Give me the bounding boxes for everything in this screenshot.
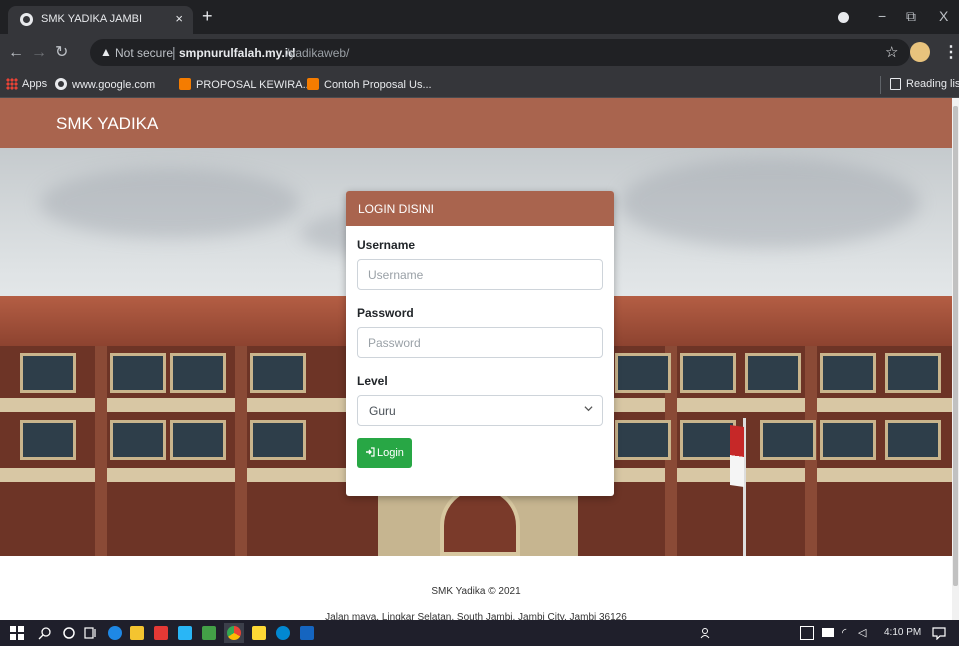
bookmark-proposal-kewira[interactable]: PROPOSAL KEWIRA...: [179, 78, 312, 91]
bookmarks-bar: Apps www.google.com PROPOSAL KEWIRA... C…: [0, 72, 959, 98]
address-bar[interactable]: ▲ Not secure | smpnurulfalah.my.id /yadi…: [90, 39, 910, 66]
mail-icon[interactable]: [178, 626, 192, 640]
url-path: /yadikaweb/: [286, 46, 350, 60]
task-view-icon[interactable]: [84, 626, 98, 640]
page-scrollbar[interactable]: [952, 98, 959, 620]
chrome-icon[interactable]: [227, 626, 241, 640]
login-card-header: LOGIN DISINI: [346, 191, 614, 226]
globe-icon: [55, 78, 67, 90]
login-button[interactable]: Login: [357, 438, 412, 468]
app-icon[interactable]: [202, 626, 216, 640]
edge-icon[interactable]: [108, 626, 122, 640]
blogger-icon: [307, 78, 319, 90]
globe-icon: [20, 13, 33, 26]
bookmark-google[interactable]: www.google.com: [55, 78, 155, 91]
browser-toolbar: ← → ↻ ▲ Not secure | smpnurulfalah.my.id…: [0, 34, 959, 72]
level-select[interactable]: Guru: [357, 395, 603, 426]
security-label[interactable]: Not secure: [115, 46, 173, 60]
search-icon[interactable]: [38, 626, 52, 640]
battery-icon[interactable]: [822, 628, 834, 637]
word-icon[interactable]: [300, 626, 314, 640]
url-host: smpnurulfalah.my.id: [179, 46, 296, 60]
password-label: Password: [357, 306, 414, 320]
login-form: Username Password Level Guru Login: [346, 226, 614, 468]
page-viewport: SMK YADIKA LOGIN DISINI Username Usernam…: [0, 98, 952, 620]
windows-start-icon[interactable]: [10, 626, 24, 640]
windows-taskbar: ◜ ◁ 4:10 PM: [0, 620, 959, 646]
warning-icon[interactable]: ▲: [100, 45, 112, 59]
level-label: Level: [357, 374, 388, 388]
app-icon[interactable]: [154, 626, 168, 640]
site-navbar: SMK YADIKA: [0, 98, 952, 148]
new-tab-button[interactable]: +: [202, 7, 213, 25]
bookmark-contoh-proposal[interactable]: Contoh Proposal Us...: [307, 78, 432, 91]
wifi-icon[interactable]: ◜: [842, 626, 856, 640]
site-brand[interactable]: SMK YADIKA: [56, 114, 158, 134]
tab-title: SMK YADIKA JAMBI: [41, 13, 143, 25]
login-card: LOGIN DISINI Username Password Level Gur…: [346, 191, 614, 496]
browser-tab[interactable]: SMK YADIKA JAMBI ×: [8, 6, 193, 34]
scrollbar-thumb[interactable]: [953, 106, 958, 586]
menu-kebab-icon[interactable]: ⋮: [943, 42, 959, 62]
minimize-button[interactable]: −: [878, 8, 886, 24]
tab-search-icon[interactable]: [838, 12, 849, 23]
taskbar-clock[interactable]: 4:10 PM: [884, 627, 921, 638]
bookmark-star-icon[interactable]: ☆: [885, 43, 898, 61]
restore-button[interactable]: ⧉: [906, 8, 916, 24]
sign-in-icon: [366, 447, 375, 457]
reading-list-icon[interactable]: [890, 78, 901, 90]
tab-close-icon[interactable]: ×: [175, 11, 183, 27]
footer-copyright: SMK Yadika © 2021: [431, 586, 521, 597]
apps-icon[interactable]: [6, 78, 18, 90]
people-icon[interactable]: [700, 626, 714, 640]
chevron-down-icon: [584, 406, 593, 412]
profile-avatar[interactable]: [910, 42, 930, 62]
notification-icon[interactable]: [932, 626, 946, 640]
footer-address: Jalan maya, Lingkar Selatan, South Jambi…: [325, 612, 627, 620]
tray-app-icon[interactable]: [800, 626, 814, 640]
bookmark-label: PROPOSAL KEWIRA...: [196, 79, 312, 91]
back-arrow-icon[interactable]: ←: [8, 44, 24, 62]
forward-arrow-icon[interactable]: →: [31, 44, 47, 62]
bookmark-label: Contoh Proposal Us...: [324, 79, 432, 91]
bookmark-apps[interactable]: Apps: [22, 78, 47, 90]
cortana-icon[interactable]: [62, 626, 76, 640]
bookmark-label: www.google.com: [72, 79, 156, 91]
username-input[interactable]: [357, 259, 603, 290]
level-select-value: Guru: [369, 404, 396, 418]
url-separator: |: [172, 44, 176, 60]
password-input[interactable]: [357, 327, 603, 358]
blogger-icon: [179, 78, 191, 90]
reading-list-button[interactable]: Reading list: [906, 78, 959, 90]
app-icon[interactable]: [276, 626, 290, 640]
file-explorer-icon[interactable]: [252, 626, 266, 640]
browser-tab-strip: SMK YADIKA JAMBI × + − ⧉ X: [0, 0, 959, 34]
divider: [880, 76, 881, 94]
close-window-button[interactable]: X: [939, 8, 948, 24]
login-button-label: Login: [377, 447, 404, 459]
volume-icon[interactable]: ◁: [858, 626, 872, 640]
reload-icon[interactable]: ↻: [55, 44, 68, 62]
username-label: Username: [357, 238, 416, 252]
store-icon[interactable]: [130, 626, 144, 640]
